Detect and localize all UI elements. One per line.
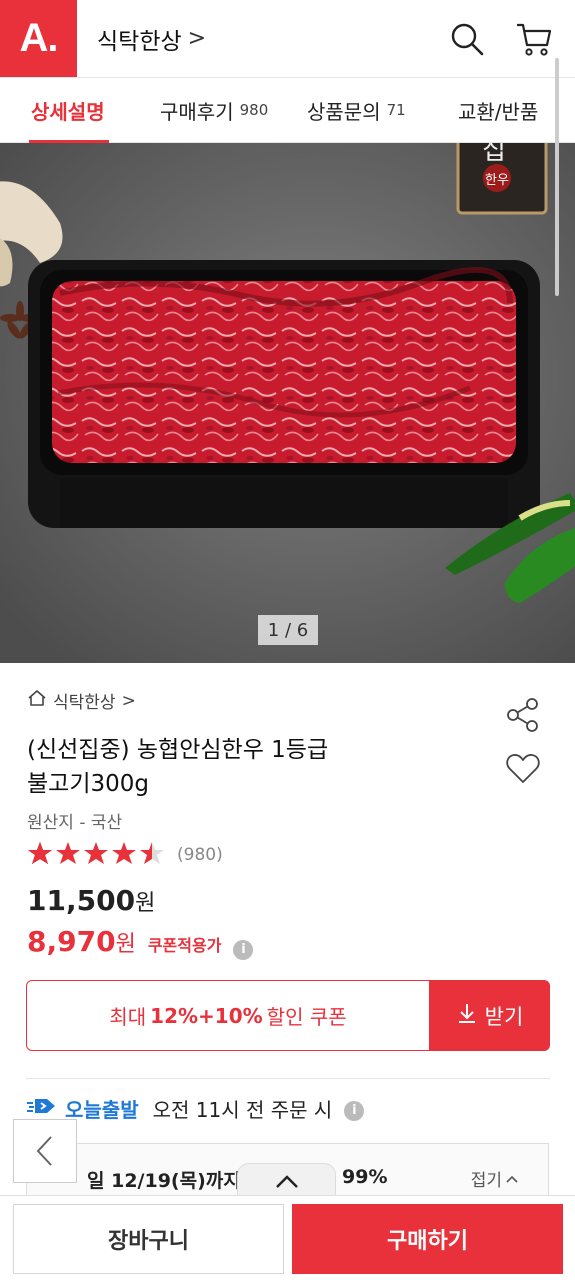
coupon-banner[interactable]: 최대 12%+10% 할인 쿠폰 [26,980,430,1051]
chevron-right-icon: > [121,690,136,711]
scroll-top-button[interactable] [237,1163,336,1199]
heart-icon[interactable] [505,752,541,790]
product-origin: 원산지 - 국산 [27,813,123,833]
tab-inquiries[interactable]: 상품문의 71 [307,78,406,142]
cart-icon[interactable] [515,21,553,57]
info-icon[interactable]: i [233,939,254,960]
share-icon[interactable] [505,697,541,737]
info-icon[interactable]: i [344,1100,365,1121]
coupon-price: 8,970원 쿠폰적용가 i [27,925,254,960]
tab-label: 상품문의 [307,99,381,124]
product-title: (신선집중) 농협안심한우 1등급 불고기300g [27,733,477,801]
bottom-action-bar: 장바구니 구매하기 [0,1195,575,1280]
product-title-line1: (신선집중) 농협안심한우 1등급 [27,737,329,763]
tab-reviews[interactable]: 구매후기 980 [160,78,268,142]
coupon-highlight: 12%+10% [150,1003,263,1028]
shipping-detail: 오전 11시 전 주문 시 [152,1098,333,1122]
product-title-line2: 불고기300g [27,771,149,797]
fold-button[interactable]: 접기 [471,1166,518,1191]
coupon-suffix: 할인 쿠폰 [266,1005,347,1029]
delivery-date: 일 12/19(목)까지 [87,1170,241,1192]
chevron-right-icon: > [187,26,207,51]
box-label-2: 한우 [485,173,509,188]
tab-label: 구매후기 [160,99,234,124]
buy-now-button[interactable]: 구매하기 [292,1204,563,1274]
star-rating-icon [27,840,167,870]
delivery-probability: 99% [342,1166,388,1188]
product-tabs: 상세설명 구매후기 980 상품문의 71 교환/반품 [0,77,575,143]
price-unit: 원 [135,891,156,916]
original-price: 11,500원 [27,884,155,917]
breadcrumb-store: 식탁한상 [53,693,116,713]
box-label-1: 집 [482,143,506,166]
product-rating[interactable]: (980) [27,840,223,870]
app-logo[interactable]: A. [0,0,77,77]
tab-label: 교환/반품 [458,99,539,124]
coupon-get-label: 받기 [484,1004,524,1029]
shipping-info: 오늘출발 오전 11시 전 주문 시 i [27,1094,365,1123]
store-name: 식탁한상 [97,28,182,55]
top-header: A. 식탁한상 > [0,0,575,77]
product-image-gallery[interactable]: 집 한우 1 / 6 [0,143,575,663]
search-icon[interactable] [449,21,485,57]
back-button[interactable] [13,1119,77,1183]
image-counter: 1 / 6 [258,615,318,645]
chevron-up-icon [275,1174,298,1188]
tab-count: 71 [386,101,406,119]
coupon-prefix: 최대 [109,1005,147,1029]
coupon-price-label: 쿠폰적용가 [147,936,222,955]
tab-label: 상세설명 [31,99,105,124]
chevron-left-icon [36,1136,52,1166]
price-number: 11,500 [27,884,136,917]
tab-count: 980 [239,101,269,119]
chevron-up-icon [506,1175,518,1183]
review-count: (980) [177,845,223,865]
home-icon [27,689,47,712]
section-divider [26,1078,550,1079]
add-to-cart-button[interactable]: 장바구니 [13,1204,284,1274]
store-title-link[interactable]: 식탁한상 > [97,22,206,56]
download-icon [457,1002,477,1029]
tab-details[interactable]: 상세설명 [29,78,109,143]
product-photo: 집 한우 [0,143,575,663]
store-breadcrumb[interactable]: 식탁한상 > [27,688,136,713]
fast-delivery-icon [27,1095,57,1122]
fold-label: 접기 [470,1171,502,1191]
coupon-price-number: 8,970 [27,925,116,958]
coupon-price-unit: 원 [115,932,136,957]
page-scrollbar[interactable] [555,58,559,296]
coupon-download-button[interactable]: 받기 [430,980,550,1051]
tab-returns[interactable]: 교환/반품 [458,78,538,142]
